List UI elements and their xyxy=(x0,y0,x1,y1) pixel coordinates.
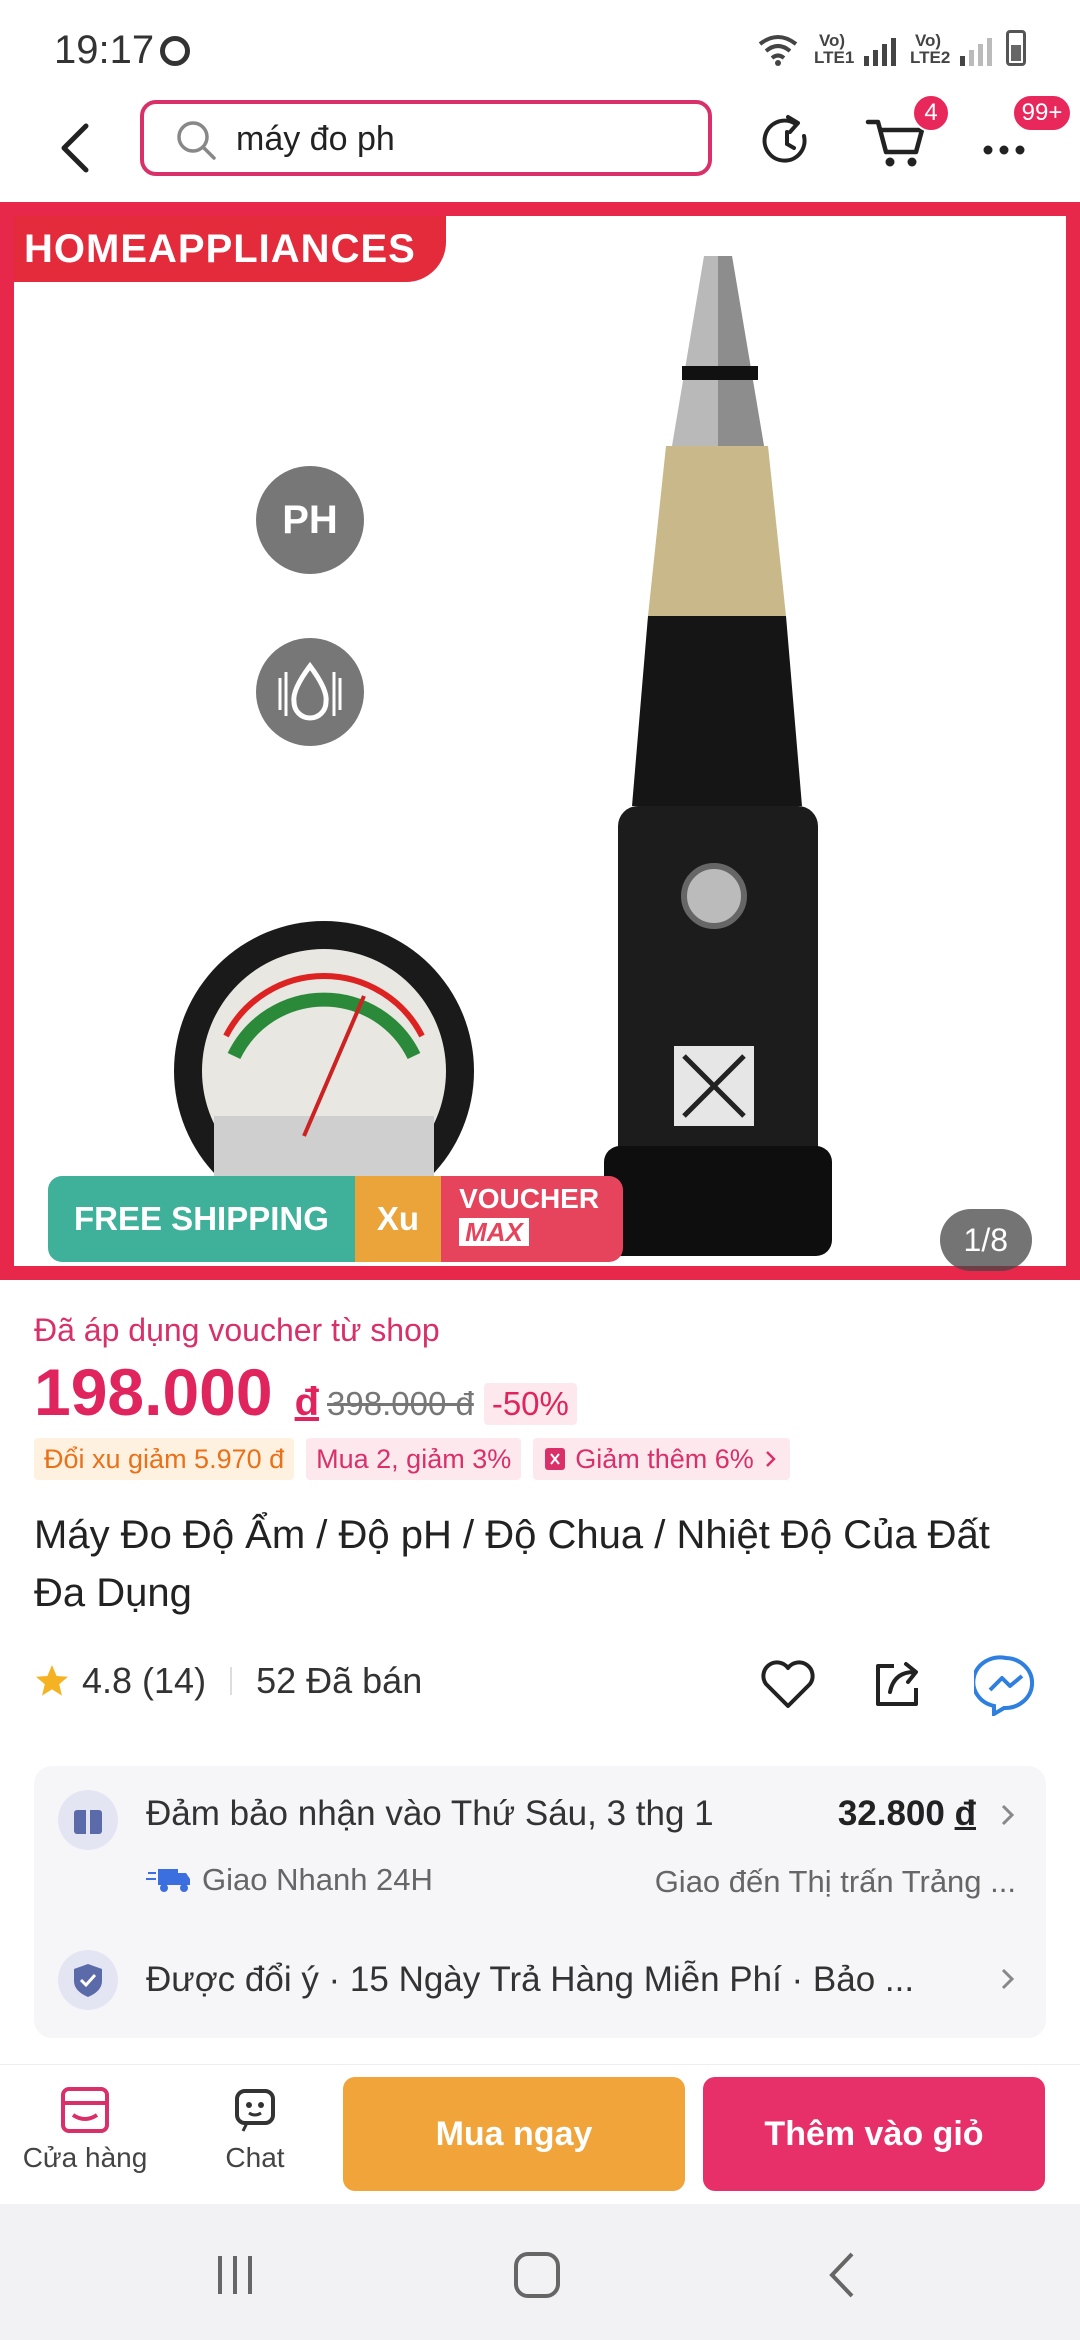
original-price: 398.000 đ xyxy=(327,1385,474,1422)
promo-tags[interactable]: Đổi xu giảm 5.970 đ Mua 2, giảm 3% Giảm … xyxy=(34,1438,790,1480)
shipping-fee: 32.800 đ xyxy=(838,1794,976,1834)
delivery-destination: Giao đến Thị trấn Trảng ... xyxy=(654,1864,1016,1899)
recent-apps-icon[interactable] xyxy=(210,2250,260,2300)
voucher-max-label: VOUCHER MAX xyxy=(441,1176,624,1262)
shipping-card: Đảm bảo nhận vào Thứ Sáu, 3 thg 1 32.800… xyxy=(34,1766,1046,2038)
product-photo: HOMEAPPLIANCES PH FREE SHIPPING Xu VOUCH… xyxy=(14,216,1066,1271)
refresh-clock-icon xyxy=(762,115,807,163)
ph-feature-icon: PH xyxy=(256,466,364,574)
search-icon xyxy=(177,121,216,160)
history-button[interactable] xyxy=(752,106,822,176)
bottom-action-bar: Cửa hàng Chat Mua ngay Thêm vào giỏ xyxy=(0,2064,1080,2205)
chat-button[interactable]: Chat xyxy=(190,2085,320,2174)
store-icon xyxy=(61,2087,109,2133)
heart-icon xyxy=(761,1660,815,1708)
rating-value: 4.8 xyxy=(82,1660,133,1701)
wifi-icon xyxy=(758,35,798,66)
chat-label: Chat xyxy=(225,2142,285,2173)
price-row: 198.000 đ 398.000 đ -50% xyxy=(34,1354,577,1430)
voucher-text: VOUCHER xyxy=(459,1183,600,1214)
back-arrow-icon xyxy=(61,123,89,173)
add-to-cart-button[interactable]: Thêm vào giỏ xyxy=(703,2077,1045,2191)
voucher-applied-note: Đã áp dụng voucher từ shop xyxy=(34,1312,440,1348)
gift-glyph-icon xyxy=(74,1810,102,1834)
product-title: Máy Đo Độ Ẩm / Độ pH / Độ Chua / Nhiệt Đ… xyxy=(34,1513,990,1615)
messenger-button[interactable] xyxy=(971,1652,1038,1718)
price-currency: đ xyxy=(294,1380,320,1424)
brand-tag: HOMEAPPLIANCES xyxy=(14,216,446,282)
shop-button[interactable]: Cửa hàng xyxy=(20,2085,150,2174)
product-image-gallery[interactable]: HOMEAPPLIANCES PH FREE SHIPPING Xu VOUCH… xyxy=(0,202,1080,1280)
cart-button[interactable]: 4 xyxy=(862,94,950,176)
chat-bot-icon xyxy=(235,2089,275,2132)
delivery-guarantee[interactable]: Đảm bảo nhận vào Thứ Sáu, 3 thg 1 xyxy=(146,1794,714,1834)
ticket-icon xyxy=(545,1448,566,1470)
battery-icon xyxy=(1006,30,1026,66)
notification-badge: 99+ xyxy=(1012,94,1072,132)
shipping-fee-currency: đ xyxy=(954,1794,976,1833)
water-drop-icon xyxy=(278,661,342,721)
return-policy[interactable]: Được đổi ý · 15 Ngày Trả Hàng Miễn Phí ·… xyxy=(146,1960,914,2000)
max-text: MAX xyxy=(459,1218,529,1246)
top-app-bar: máy đo ph 4 99+ xyxy=(0,94,1080,202)
sold-count: 52 Đã bán xyxy=(256,1660,423,1701)
system-navigation-bar xyxy=(0,2204,1080,2340)
chevron-right-icon[interactable] xyxy=(998,1800,1018,1830)
search-bar[interactable]: máy đo ph xyxy=(140,100,712,176)
chevron-right-icon xyxy=(765,1451,776,1467)
chevron-right-icon[interactable] xyxy=(998,1964,1018,1994)
rating-row[interactable]: 4.8 (14) 52 Đã bán xyxy=(34,1660,422,1702)
shipping-fee-value: 32.800 xyxy=(837,1794,945,1833)
review-count: (14) xyxy=(142,1660,207,1701)
current-price: 198.000 xyxy=(34,1355,273,1429)
divider xyxy=(230,1667,233,1695)
extra-discount-tag: Giảm thêm 6% xyxy=(533,1438,790,1480)
share-icon xyxy=(876,1662,918,1706)
extra-discount-text: Giảm thêm 6% xyxy=(575,1444,754,1474)
shield-check-icon xyxy=(58,1950,118,2010)
shield-glyph-icon xyxy=(74,1964,102,1997)
star-icon xyxy=(36,1665,68,1696)
more-button[interactable]: 99+ xyxy=(972,94,1072,176)
cart-badge: 4 xyxy=(912,94,950,132)
shop-label: Cửa hàng xyxy=(22,2142,148,2173)
sim2-label: Vo) LTE2 xyxy=(910,31,951,67)
coin-discount-tag: Đổi xu giảm 5.970 đ xyxy=(34,1438,295,1480)
discount-badge: -50% xyxy=(483,1383,577,1425)
status-bar: 19:17 Vo) LTE1 Vo) LTE2 xyxy=(0,0,1080,100)
share-button[interactable] xyxy=(866,1652,930,1716)
back-button[interactable] xyxy=(46,112,116,182)
opera-status-icon xyxy=(160,36,190,66)
sim1-signal-icon xyxy=(864,36,896,66)
messenger-icon xyxy=(971,1655,1035,1718)
promo-strip: FREE SHIPPING Xu VOUCHER MAX xyxy=(48,1176,624,1262)
favorite-button[interactable] xyxy=(756,1652,820,1716)
sim2-signal-icon xyxy=(960,36,992,66)
moisture-feature-icon xyxy=(256,638,364,746)
ph-label: PH xyxy=(282,498,338,542)
home-icon[interactable] xyxy=(512,2250,562,2300)
bundle-discount-tag: Mua 2, giảm 3% xyxy=(306,1438,522,1480)
gift-box-icon xyxy=(58,1790,118,1850)
xu-label: Xu xyxy=(354,1176,442,1262)
search-query: máy đo ph xyxy=(236,120,395,158)
express-label: Giao Nhanh 24H xyxy=(202,1862,433,1897)
sim1-label: Vo) LTE1 xyxy=(814,31,855,67)
back-nav-icon[interactable] xyxy=(818,2250,868,2300)
buy-now-button[interactable]: Mua ngay xyxy=(343,2077,685,2191)
image-counter: 1/8 xyxy=(939,1209,1032,1271)
express-delivery: Giao Nhanh 24H xyxy=(146,1862,433,1898)
status-time: 19:17 xyxy=(54,28,155,72)
free-shipping-label: FREE SHIPPING xyxy=(48,1176,355,1262)
status-icons: Vo) LTE1 Vo) LTE2 xyxy=(756,30,1026,66)
soil-probe-device xyxy=(604,256,832,1256)
fast-truck-icon xyxy=(146,1869,190,1892)
